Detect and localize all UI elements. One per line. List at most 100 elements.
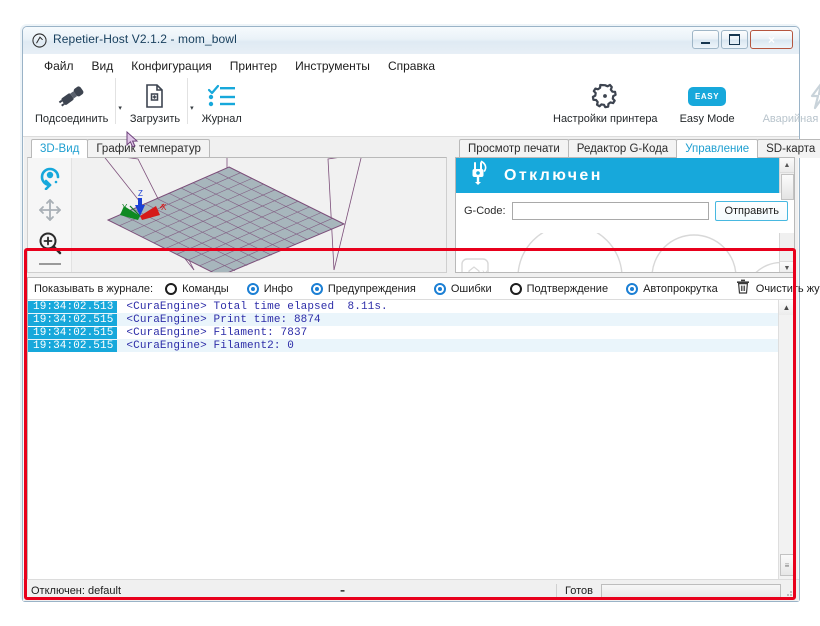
file-add-icon bbox=[142, 81, 168, 111]
menu-file[interactable]: Файл bbox=[35, 56, 83, 76]
log-row: 19:34:02.515 <CuraEngine> Print time: 88… bbox=[28, 313, 778, 326]
right-panel-scrollbar-bottom[interactable]: ▼ bbox=[779, 233, 794, 272]
filter-warnings[interactable]: Предупреждения bbox=[310, 282, 416, 295]
log-message: <CuraEngine> Total time elapsed 8.11s. bbox=[126, 300, 388, 313]
log-scrollbar[interactable]: ▲ ≡ ▼ bbox=[778, 300, 794, 594]
log-output[interactable]: 19:34:02.513 <CuraEngine> Total time ela… bbox=[28, 300, 794, 594]
app-screenshot: Repetier-Host V2.1.2 - mom_bowl × Файл В… bbox=[0, 0, 820, 626]
clear-log-label: Очистить журнал bbox=[755, 282, 820, 295]
plug-connect-icon bbox=[57, 81, 87, 111]
log-panel: Показывать в журнале: Команды Инфо Преду… bbox=[27, 277, 820, 595]
log-message: <CuraEngine> Filament: 7837 bbox=[126, 326, 308, 339]
easy-badge-icon: EASY bbox=[687, 81, 727, 111]
gcode-label: G-Code: bbox=[464, 205, 506, 217]
log-button[interactable]: Журнал bbox=[196, 78, 248, 125]
gcode-input[interactable] bbox=[511, 202, 710, 220]
svg-text:Z: Z bbox=[138, 189, 143, 198]
viewer-toolbar bbox=[28, 158, 72, 272]
radio-icon bbox=[246, 282, 259, 295]
filter-autoscroll-label: Автопрокрутка bbox=[643, 282, 718, 295]
toolbar: Подсоединить ▾ Загрузить ▾ Журнал Настро… bbox=[23, 78, 820, 137]
filter-errors-label: Ошибки bbox=[450, 282, 492, 295]
right-panel-scrollbar-top[interactable]: ▲ bbox=[779, 158, 794, 200]
load-label: Загрузить bbox=[129, 113, 181, 125]
emergency-stop-button[interactable]: Аварийная остановка bbox=[757, 78, 820, 125]
main-window: Repetier-Host V2.1.2 - mom_bowl × Файл В… bbox=[22, 26, 820, 602]
clear-log-button[interactable]: Очистить журнал bbox=[736, 279, 820, 299]
log-timestamp: 19:34:02.515 bbox=[28, 313, 118, 326]
left-pane: 3D-Вид График температур X Z bbox=[27, 137, 447, 273]
filter-errors[interactable]: Ошибки bbox=[433, 282, 492, 295]
title-bar: Repetier-Host V2.1.2 - mom_bowl × bbox=[23, 27, 799, 55]
scroll-thumb[interactable] bbox=[781, 174, 794, 200]
left-tabstrip: 3D-Вид График температур bbox=[27, 137, 447, 158]
printer-settings-button[interactable]: Настройки принтера bbox=[547, 78, 664, 125]
minimize-icon bbox=[701, 41, 710, 44]
status-connection: Отключен: default bbox=[31, 584, 122, 597]
maximize-icon bbox=[729, 34, 740, 45]
tab-manual-control[interactable]: Управление bbox=[676, 139, 759, 158]
minimize-button[interactable] bbox=[692, 30, 719, 49]
scroll-up-arrow[interactable]: ▲ bbox=[780, 158, 794, 173]
tab-gcode-editor[interactable]: Редактор G-Кода bbox=[567, 139, 678, 158]
trash-icon bbox=[736, 279, 750, 299]
filter-info[interactable]: Инфо bbox=[246, 282, 293, 295]
log-scroll-thumb[interactable]: ≡ bbox=[780, 554, 794, 576]
log-scroll-up-button[interactable]: ▲ bbox=[779, 300, 794, 315]
close-button[interactable]: × bbox=[750, 30, 793, 49]
zoom-tool[interactable] bbox=[35, 228, 65, 258]
zoom-slider[interactable] bbox=[38, 263, 61, 265]
move-tool[interactable] bbox=[35, 195, 65, 225]
easy-mode-button[interactable]: EASY Easy Mode bbox=[674, 78, 741, 125]
connect-dropdown[interactable]: ▾ bbox=[115, 78, 124, 124]
rotate-icon bbox=[40, 167, 59, 190]
plug-disconnected-icon bbox=[468, 160, 490, 191]
control-dials-area: X ▼ bbox=[456, 233, 794, 273]
connection-status-banner: Отключен ▲ bbox=[456, 158, 794, 200]
connect-button[interactable]: Подсоединить bbox=[29, 78, 114, 125]
load-dropdown[interactable]: ▾ bbox=[187, 78, 196, 124]
log-filter-bar: Показывать в журнале: Команды Инфо Преду… bbox=[28, 278, 820, 300]
menu-configuration[interactable]: Конфигурация bbox=[122, 56, 221, 76]
status-progress-bar bbox=[601, 583, 781, 598]
connection-status-text: Отключен bbox=[504, 166, 603, 184]
log-row: 19:34:02.515 <CuraEngine> Filament: 7837 bbox=[28, 326, 778, 339]
filter-warnings-label: Предупреждения bbox=[327, 282, 416, 295]
filter-commands[interactable]: Команды bbox=[165, 282, 229, 295]
menu-tools[interactable]: Инструменты bbox=[286, 56, 379, 76]
send-gcode-button[interactable]: Отправить bbox=[715, 201, 788, 221]
filter-autoscroll[interactable]: Автопрокрутка bbox=[626, 282, 718, 295]
printbed-render: Y X Z bbox=[72, 158, 446, 272]
menu-view[interactable]: Вид bbox=[83, 56, 123, 76]
tab-3d-view[interactable]: 3D-Вид bbox=[31, 139, 89, 158]
jog-dials-icon: X bbox=[461, 233, 787, 273]
tab-temperature-graph[interactable]: График температур bbox=[87, 139, 210, 158]
viewer-3d[interactable]: Y X Z bbox=[27, 157, 447, 273]
resize-grip-icon[interactable] bbox=[785, 585, 797, 597]
scroll-down-arrow[interactable]: ▼ bbox=[780, 261, 794, 272]
window-title: Repetier-Host V2.1.2 - mom_bowl bbox=[53, 32, 237, 46]
manual-control-panel: Отключен ▲ G-Code: Отправить X bbox=[455, 157, 795, 273]
filter-info-label: Инфо bbox=[263, 282, 293, 295]
rotate-tool[interactable] bbox=[35, 162, 65, 192]
menu-printer[interactable]: Принтер bbox=[221, 56, 286, 76]
connect-label: Подсоединить bbox=[35, 113, 109, 125]
radio-icon bbox=[165, 282, 178, 295]
chevron-down-icon: ▾ bbox=[118, 105, 122, 112]
log-filter-caption: Показывать в журнале: bbox=[34, 282, 154, 295]
tab-print-preview[interactable]: Просмотр печати bbox=[459, 139, 569, 158]
radio-icon bbox=[433, 282, 446, 295]
filter-acknowledge[interactable]: Подтверждение bbox=[509, 282, 608, 295]
tab-sd-card[interactable]: SD-карта bbox=[757, 139, 820, 158]
load-button[interactable]: Загрузить bbox=[124, 78, 186, 125]
menu-help[interactable]: Справка bbox=[379, 56, 444, 76]
svg-text:X: X bbox=[482, 269, 488, 273]
menu-bar: Файл Вид Конфигурация Принтер Инструмент… bbox=[23, 54, 799, 78]
log-message: <CuraEngine> Filament2: 0 bbox=[126, 339, 294, 352]
emergency-stop-label: Аварийная остановка bbox=[762, 113, 820, 125]
maximize-button[interactable] bbox=[721, 30, 748, 49]
checklist-icon bbox=[207, 81, 237, 111]
app-icon bbox=[32, 33, 47, 48]
chevron-down-icon: ▾ bbox=[190, 105, 194, 112]
window-controls: × bbox=[692, 30, 793, 49]
